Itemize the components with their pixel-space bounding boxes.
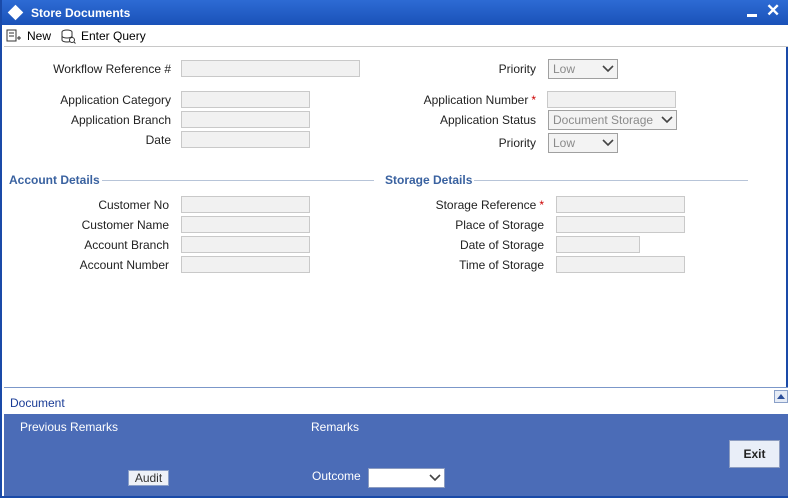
query-icon xyxy=(61,29,76,44)
application-status-select[interactable]: Document Storage xyxy=(548,110,677,130)
title-bar: Store Documents ✕ xyxy=(2,0,788,25)
required-marker: * xyxy=(539,198,544,212)
application-branch-field[interactable] xyxy=(181,111,310,128)
customer-name-field[interactable] xyxy=(181,216,310,233)
customer-no-label: Customer No xyxy=(98,198,169,212)
remarks-label: Remarks xyxy=(311,420,360,434)
close-icon[interactable]: ✕ xyxy=(766,1,780,21)
account-branch-label: Account Branch xyxy=(84,238,169,252)
enter-query-button[interactable]: Enter Query xyxy=(60,27,146,45)
chevron-down-icon xyxy=(602,65,614,73)
priority-top-label: Priority xyxy=(498,62,536,76)
window-title: Store Documents xyxy=(31,6,131,20)
window-diamond-icon xyxy=(7,4,24,21)
date-field[interactable] xyxy=(181,131,310,148)
storage-reference-label-text: Storage Reference xyxy=(435,198,537,212)
required-marker: * xyxy=(531,93,536,107)
account-details-divider xyxy=(102,180,374,181)
date-of-storage-field[interactable] xyxy=(556,236,640,253)
chevron-down-icon xyxy=(429,474,441,482)
application-number-label: Application Number * xyxy=(382,93,536,107)
application-number-label-text: Application Number xyxy=(423,93,529,107)
storage-reference-label: Storage Reference * xyxy=(382,198,544,212)
priority-top-select[interactable]: Low xyxy=(548,59,618,79)
exit-button[interactable]: Exit xyxy=(729,440,780,468)
place-of-storage-field[interactable] xyxy=(556,216,685,233)
account-details-title: Account Details xyxy=(9,173,100,187)
account-number-label: Account Number xyxy=(79,258,169,272)
document-bar: Document xyxy=(4,387,788,414)
new-document-icon xyxy=(6,29,21,42)
date-label: Date xyxy=(145,133,171,147)
audit-button[interactable]: Audit xyxy=(128,470,169,486)
application-status-value: Document Storage xyxy=(553,113,654,127)
footer-panel: Previous Remarks Remarks Audit Outcome E… xyxy=(4,414,788,496)
new-label: New xyxy=(27,29,52,43)
workflow-reference-field[interactable] xyxy=(181,60,360,77)
workflow-reference-label: Workflow Reference # xyxy=(53,62,171,76)
priority-value: Low xyxy=(553,136,576,150)
enter-query-label: Enter Query xyxy=(81,29,146,43)
account-number-field[interactable] xyxy=(181,256,310,273)
storage-details-title: Storage Details xyxy=(385,173,473,187)
application-status-label: Application Status xyxy=(439,113,536,127)
collapse-button[interactable] xyxy=(774,390,788,403)
time-of-storage-label: Time of Storage xyxy=(459,258,544,272)
application-branch-label: Application Branch xyxy=(70,113,171,127)
priority-top-value: Low xyxy=(553,62,576,76)
account-branch-field[interactable] xyxy=(181,236,310,253)
chevron-down-icon xyxy=(602,139,614,147)
new-button[interactable]: New xyxy=(6,27,51,45)
storage-reference-field[interactable] xyxy=(556,196,685,213)
toolbar: New Enter Query xyxy=(4,25,788,47)
priority-label: Priority xyxy=(498,136,536,150)
document-link[interactable]: Document xyxy=(10,396,65,410)
outcome-select[interactable] xyxy=(368,468,445,488)
previous-remarks-label: Previous Remarks xyxy=(20,420,119,434)
priority-select[interactable]: Low xyxy=(548,133,618,153)
application-category-field[interactable] xyxy=(181,91,310,108)
customer-name-label: Customer Name xyxy=(81,218,169,232)
date-of-storage-label: Date of Storage xyxy=(459,238,544,252)
storage-details-divider xyxy=(474,180,748,181)
triangle-up-icon xyxy=(777,394,785,399)
customer-no-field[interactable] xyxy=(181,196,310,213)
minimize-icon[interactable] xyxy=(747,14,757,17)
application-number-field[interactable] xyxy=(547,91,676,108)
time-of-storage-field[interactable] xyxy=(556,256,685,273)
store-documents-window: Store Documents ✕ New Enter Query Workfl… xyxy=(0,0,788,498)
place-of-storage-label: Place of Storage xyxy=(455,218,544,232)
application-category-label: Application Category xyxy=(60,93,171,107)
chevron-down-icon xyxy=(661,116,673,124)
outcome-label: Outcome xyxy=(312,469,361,483)
